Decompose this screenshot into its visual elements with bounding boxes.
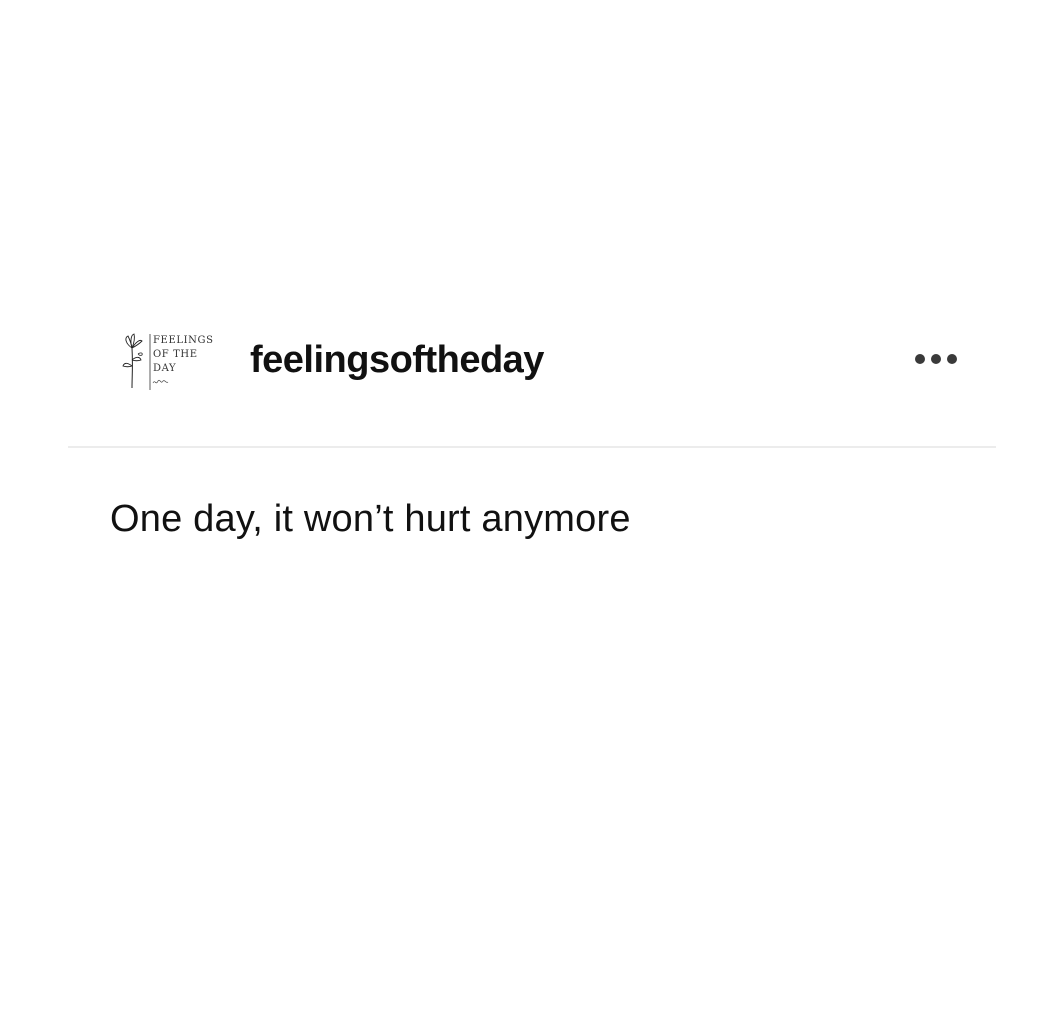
post-card: FEELINGS OF THE DAY feelingsoftheday One… — [0, 0, 1064, 1028]
logo-text-line-3: DAY — [153, 363, 176, 374]
logo-text-line-1: FEELINGS — [153, 335, 214, 346]
avatar[interactable]: FEELINGS OF THE DAY — [118, 326, 222, 396]
username-link[interactable]: feelingsoftheday — [250, 338, 544, 382]
logo-text-line-2: OF THE — [153, 349, 198, 360]
ellipsis-icon — [915, 354, 957, 364]
flower-logo-icon: FEELINGS OF THE DAY — [122, 333, 214, 390]
more-options-button[interactable] — [910, 346, 962, 372]
post-header: FEELINGS OF THE DAY feelingsoftheday — [110, 322, 970, 400]
header-divider — [68, 446, 996, 448]
post-body-text: One day, it won’t hurt anymore — [110, 498, 631, 540]
